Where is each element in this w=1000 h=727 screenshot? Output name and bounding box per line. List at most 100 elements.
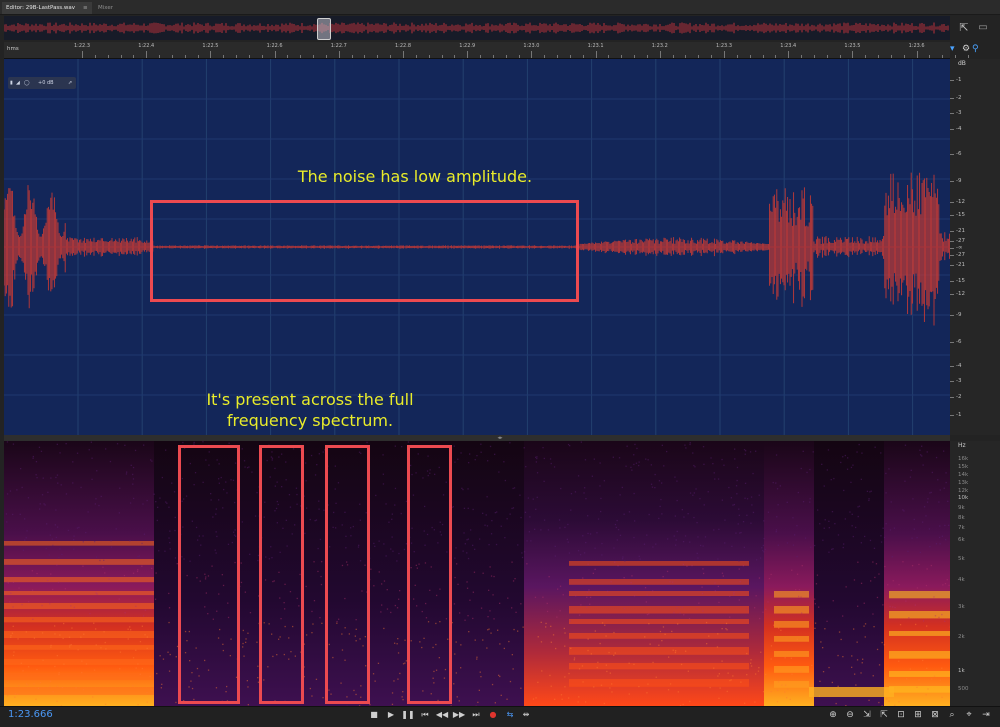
- ruler-tick: [917, 51, 918, 58]
- ruler-label: 1:22.4: [138, 43, 154, 49]
- ruler-minor-tick: [737, 55, 738, 58]
- ruler-tick: [724, 51, 725, 58]
- zoom-selection-icon[interactable]: ⊠: [928, 708, 942, 722]
- zoom-right-edge-icon[interactable]: ⌖: [962, 708, 976, 722]
- settings-icon[interactable]: ⚙: [962, 44, 970, 54]
- db-scale-label: -15: [956, 278, 965, 284]
- hz-scale-label: 12k: [958, 488, 968, 494]
- ruler-minor-tick: [904, 55, 905, 58]
- overview-settings-icon[interactable]: ▭: [976, 20, 990, 36]
- current-time-display[interactable]: 1:23.666: [8, 709, 53, 720]
- move-playhead-next-icon[interactable]: ⏭: [469, 708, 483, 722]
- db-scale-label: -2: [956, 95, 961, 101]
- ruler-tick: [339, 51, 340, 58]
- ruler-minor-tick: [442, 55, 443, 58]
- stop-icon[interactable]: ■: [367, 708, 381, 722]
- db-scale-tick: [950, 381, 954, 382]
- hz-scale-label: 4k: [958, 577, 965, 583]
- db-scale-tick: [950, 129, 954, 130]
- frequency-scale[interactable]: Hz 16k15k14k13k12k10k9k8k7k6k5k4k3k2k1k5…: [950, 441, 1000, 706]
- ruler-minor-tick: [390, 55, 391, 58]
- ruler-minor-tick: [249, 55, 250, 58]
- ruler-tick: [596, 51, 597, 58]
- hz-scale-label: 2k: [958, 634, 965, 640]
- ruler-minor-tick: [621, 55, 622, 58]
- db-scale-label: -∞: [956, 245, 963, 251]
- overview-navigator[interactable]: [4, 16, 950, 40]
- db-scale-label: -4: [956, 363, 961, 369]
- gain-knob-icon[interactable]: ◯: [24, 77, 30, 89]
- zoom-out-amplitude-icon[interactable]: ⊖: [843, 708, 857, 722]
- play-icon[interactable]: ▶: [384, 708, 398, 722]
- ruler-minor-tick: [878, 55, 879, 58]
- ruler-minor-tick: [634, 55, 635, 58]
- db-scale-tick: [950, 265, 954, 266]
- hamburger-menu-icon[interactable]: ≡: [83, 5, 88, 11]
- db-scale-label: -3: [956, 110, 961, 116]
- zoom-to-end-icon[interactable]: ⇥: [979, 708, 993, 722]
- zoom-in-at-playhead-icon[interactable]: ⊞: [911, 708, 925, 722]
- db-scale-tick: [950, 98, 954, 99]
- ruler-label: 1:22.3: [74, 43, 90, 49]
- zoom-navigator-icon[interactable]: ⇱: [956, 20, 972, 36]
- ruler-minor-tick: [313, 55, 314, 58]
- zoom-in-amplitude-icon[interactable]: ⊕: [826, 708, 840, 722]
- ruler-right-icons: ▾ ⚙ ⚲: [950, 44, 1000, 58]
- ruler-minor-tick: [300, 55, 301, 58]
- ruler-label: 1:23.4: [780, 43, 796, 49]
- ruler-minor-tick: [801, 55, 802, 58]
- overview-waveform: [4, 16, 950, 40]
- timeline-ruler[interactable]: hms 1:22.31:22.41:22.51:22.61:22.71:22.8…: [4, 42, 950, 59]
- rewind-icon[interactable]: ◀◀: [435, 708, 449, 722]
- ruler-minor-tick: [711, 55, 712, 58]
- amplitude-scale[interactable]: dB -1-2-3-4-6-9-12-15-21-27-∞-27-21-15-1…: [950, 59, 1000, 435]
- ruler-minor-tick: [647, 55, 648, 58]
- db-scale-tick: [950, 215, 954, 216]
- fast-forward-icon[interactable]: ▶▶: [452, 708, 466, 722]
- zoom-out-full-icon[interactable]: ⊡: [894, 708, 908, 722]
- spectrum-annotation-line2: frequency spectrum.: [150, 410, 470, 431]
- spectrogram-low-band: [809, 687, 894, 697]
- ruler-minor-tick: [891, 55, 892, 58]
- hz-scale-label: 8k: [958, 515, 965, 521]
- skip-selection-icon[interactable]: ⇹: [519, 708, 533, 722]
- hz-scale-label: 1k: [958, 668, 965, 674]
- zoom-in-time-icon[interactable]: ⇲: [860, 708, 874, 722]
- hz-scale-label: 13k: [958, 480, 968, 486]
- ruler-minor-tick: [608, 55, 609, 58]
- pin-icon[interactable]: ⚲: [972, 44, 979, 54]
- ruler-label: 1:23.6: [909, 43, 925, 49]
- hz-scale-label: 5k: [958, 556, 965, 562]
- loop-playback-icon[interactable]: ⇆: [503, 708, 517, 722]
- hz-scale-label: 6k: [958, 537, 965, 543]
- db-scale-label: -9: [956, 312, 961, 318]
- ruler-minor-tick: [262, 55, 263, 58]
- spectrum-annotation: It's present across the full frequency s…: [150, 389, 470, 431]
- playhead-marker-icon[interactable]: ▾: [950, 44, 955, 54]
- ruler-minor-tick: [493, 55, 494, 58]
- ruler-minor-tick: [159, 55, 160, 58]
- db-scale-label: -1: [956, 77, 961, 83]
- ruler-label: 1:22.7: [331, 43, 347, 49]
- move-playhead-previous-icon[interactable]: ⏮: [418, 708, 432, 722]
- overview-view-window[interactable]: [317, 18, 331, 40]
- spectral-frequency-display[interactable]: [4, 441, 950, 706]
- overview-waveform-path: [4, 23, 948, 34]
- ruler-tick: [531, 51, 532, 58]
- hud-pin-icon[interactable]: ⇗: [68, 77, 72, 89]
- divider-handle-icon[interactable]: ◂▸: [492, 436, 508, 440]
- zoom-left-edge-icon[interactable]: ⌕: [945, 708, 959, 722]
- tab-mixer[interactable]: Mixer: [94, 2, 117, 14]
- ruler-label: 1:23.5: [844, 43, 860, 49]
- ruler-minor-tick: [763, 55, 764, 58]
- ruler-minor-tick: [544, 55, 545, 58]
- record-icon[interactable]: ●: [486, 708, 500, 722]
- hud-volume-control[interactable]: ▮ ◢ ◯ +0 dB ⇗: [8, 77, 76, 89]
- db-scale-tick: [950, 281, 954, 282]
- tab-editor[interactable]: Editor: 29B-LastPass.wav≡: [2, 2, 92, 14]
- db-scale-label: -12: [956, 291, 965, 297]
- zoom-out-time-icon[interactable]: ⇱: [877, 708, 891, 722]
- pause-icon[interactable]: ❚❚: [401, 708, 415, 722]
- ruler-minor-tick: [840, 55, 841, 58]
- frequency-unit: Hz: [958, 442, 966, 449]
